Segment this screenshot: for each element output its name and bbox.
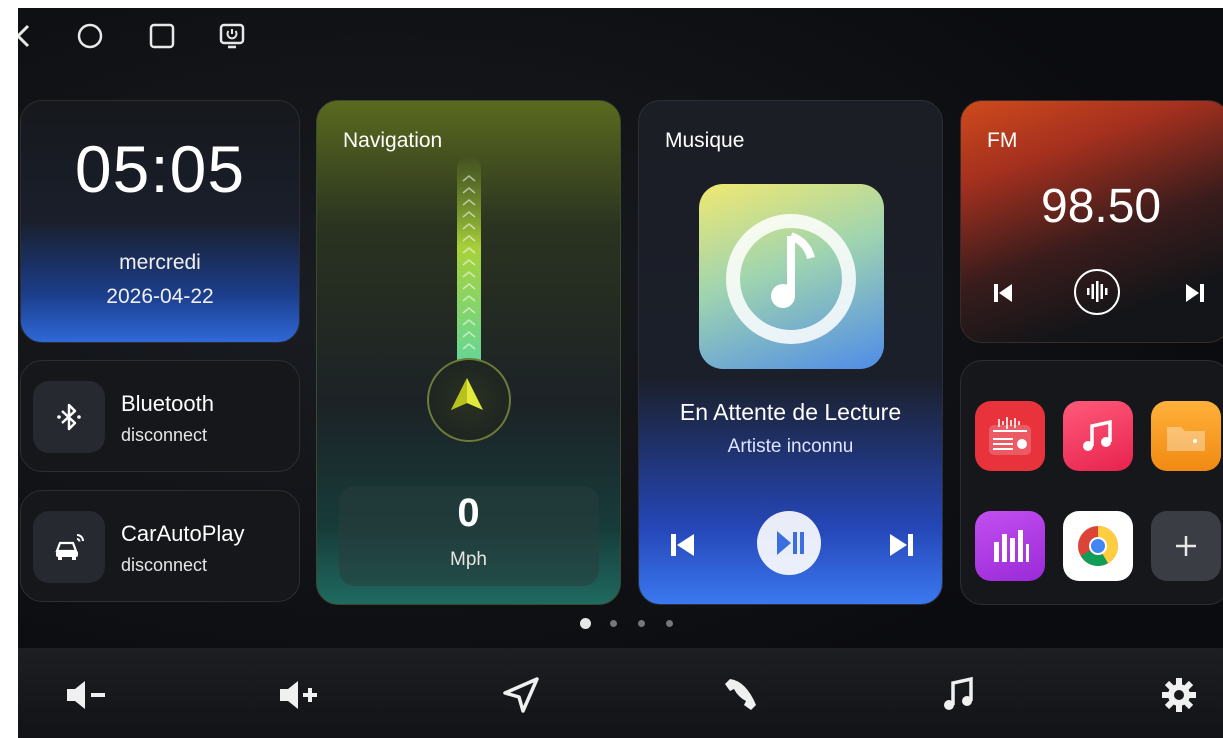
skip-previous-icon bbox=[671, 534, 694, 556]
files-app-icon[interactable] bbox=[1151, 401, 1221, 471]
skip-next-icon bbox=[1186, 284, 1204, 302]
carautoplay-card[interactable]: CarAutoPlay disconnect bbox=[20, 490, 300, 602]
car-play-icon bbox=[33, 511, 105, 583]
fm-title: FM bbox=[987, 129, 1018, 152]
clock-day: mercredi bbox=[119, 251, 201, 274]
play-pause-icon bbox=[777, 531, 804, 555]
speed-value: 0 bbox=[457, 491, 480, 535]
settings-icon[interactable] bbox=[1154, 670, 1204, 720]
music-title: Musique bbox=[665, 129, 745, 152]
volume-up-icon[interactable] bbox=[276, 670, 326, 720]
bluetooth-label: Bluetooth bbox=[121, 391, 214, 416]
play-pause-button[interactable] bbox=[757, 511, 821, 575]
radio-waves-icon bbox=[1087, 281, 1108, 302]
navigation-icon[interactable] bbox=[496, 670, 546, 720]
clock-widget[interactable]: 05:05 mercredi 2026-04-22 bbox=[20, 100, 300, 343]
music-app-icon[interactable] bbox=[1063, 401, 1133, 471]
music-icon[interactable] bbox=[934, 670, 984, 720]
route-chevrons bbox=[462, 174, 476, 350]
next-track-button[interactable] bbox=[885, 529, 917, 566]
skip-previous-icon bbox=[994, 284, 1012, 302]
location-arrow-icon bbox=[451, 378, 483, 410]
page-dot[interactable] bbox=[610, 620, 617, 627]
back-icon[interactable] bbox=[18, 22, 40, 50]
previous-track-button[interactable] bbox=[667, 529, 699, 566]
phone-icon[interactable] bbox=[715, 670, 765, 720]
screen-power-icon[interactable] bbox=[218, 22, 246, 50]
apps-widget bbox=[960, 360, 1223, 605]
bluetooth-icon bbox=[33, 381, 105, 453]
home-icon[interactable] bbox=[76, 22, 104, 50]
album-cover bbox=[699, 184, 884, 369]
page-dot[interactable] bbox=[638, 620, 645, 627]
song-title: En Attente de Lecture bbox=[679, 399, 902, 425]
song-artist: Artiste inconnu bbox=[727, 436, 854, 457]
bluetooth-card[interactable]: Bluetooth disconnect bbox=[20, 360, 300, 472]
radio-app-icon[interactable] bbox=[975, 401, 1045, 471]
volume-down-icon[interactable] bbox=[63, 670, 113, 720]
chrome-app-icon[interactable] bbox=[1063, 511, 1133, 581]
equalizer-app-icon[interactable] bbox=[975, 511, 1045, 581]
page-dot[interactable] bbox=[666, 620, 673, 627]
fm-next-button[interactable] bbox=[1183, 281, 1207, 310]
car-launcher-screen: 05:05 mercredi 2026-04-22 Bluetooth disc… bbox=[18, 8, 1223, 738]
navigation-widget[interactable]: Navigation 0 Mph bbox=[316, 100, 621, 605]
system-bar bbox=[18, 8, 1223, 68]
fm-scan-button[interactable] bbox=[1074, 269, 1120, 315]
skip-next-icon bbox=[890, 534, 913, 556]
music-disc-icon bbox=[726, 214, 856, 344]
music-widget[interactable]: Musique En Attente de Lecture Artiste in… bbox=[638, 100, 943, 605]
page-dot-active[interactable] bbox=[580, 618, 591, 629]
bluetooth-status: disconnect bbox=[121, 425, 208, 445]
clock-date: 2026-04-22 bbox=[106, 285, 214, 308]
bottom-dock bbox=[18, 648, 1223, 738]
carautoplay-status: disconnect bbox=[121, 555, 208, 575]
carautoplay-label: CarAutoPlay bbox=[121, 521, 245, 546]
position-marker bbox=[427, 358, 511, 442]
navigation-title: Navigation bbox=[343, 129, 443, 152]
fm-frequency: 98.50 bbox=[1041, 180, 1162, 233]
clock-time: 05:05 bbox=[74, 132, 246, 206]
recents-icon[interactable] bbox=[148, 22, 176, 50]
add-app-icon[interactable] bbox=[1151, 511, 1221, 581]
fm-previous-button[interactable] bbox=[991, 281, 1015, 310]
fm-radio-widget[interactable]: FM 98.50 bbox=[960, 100, 1223, 343]
speed-unit: Mph bbox=[450, 549, 487, 570]
